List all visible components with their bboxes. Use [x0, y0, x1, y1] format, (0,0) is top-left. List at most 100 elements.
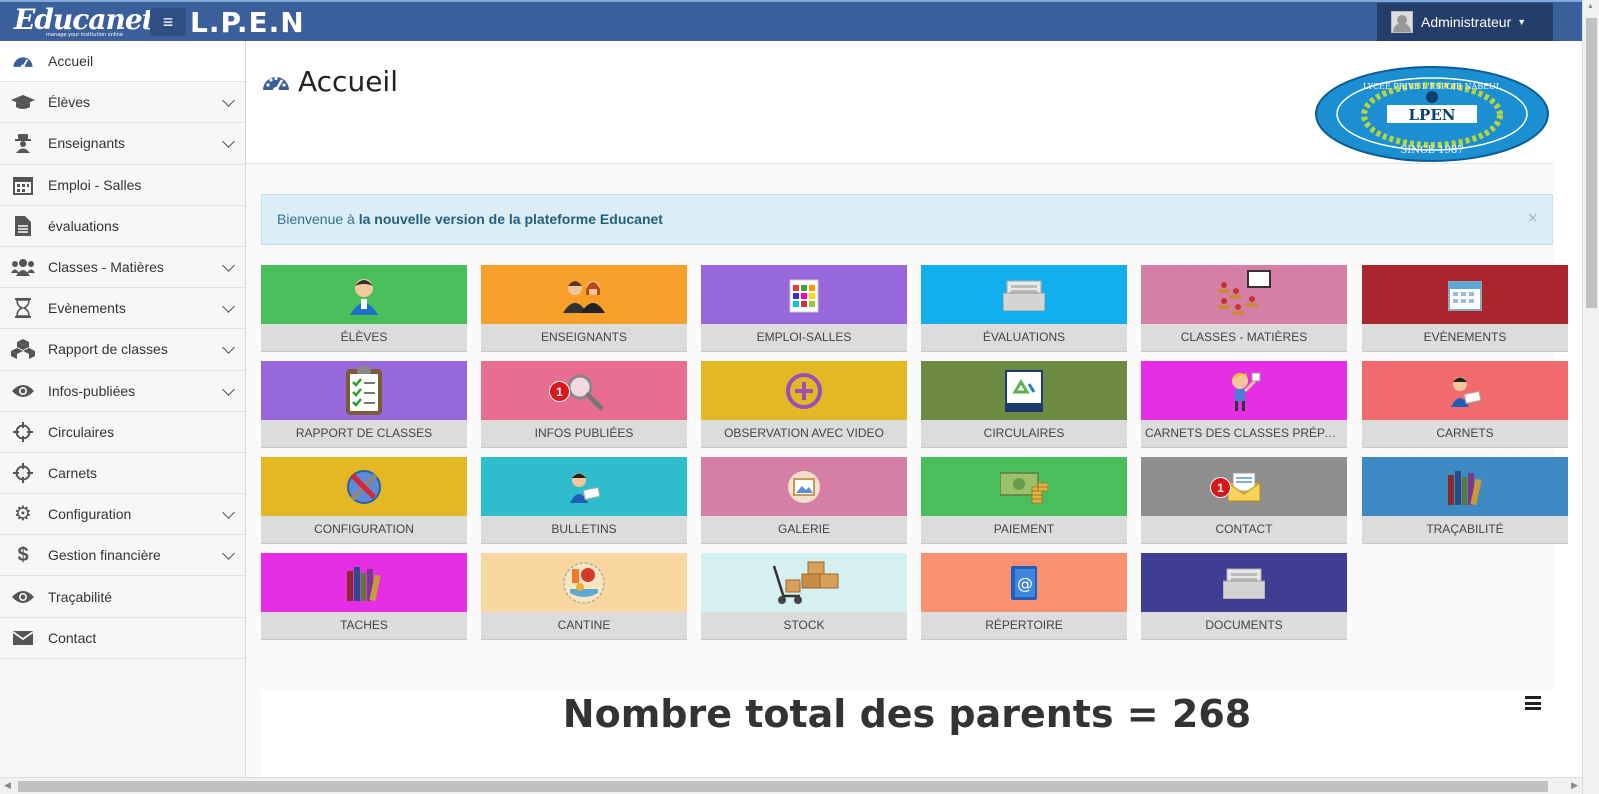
tile-icon-area[interactable]: 1: [481, 361, 687, 420]
chevron-down-icon[interactable]: [222, 547, 235, 561]
tile-label[interactable]: TACHES: [261, 612, 467, 640]
tile-carnets[interactable]: CARNETS: [1362, 361, 1568, 448]
chevron-down-icon[interactable]: [222, 259, 235, 272]
tile-evaluations[interactable]: ÉVALUATIONS: [921, 265, 1127, 352]
tile-icon-area[interactable]: [261, 553, 467, 612]
tile-label[interactable]: OBSERVATION AVEC VIDEO: [701, 420, 907, 448]
sidebar-item-rapport-de-classes[interactable]: Rapport de classes: [0, 329, 245, 371]
tile-documents[interactable]: DOCUMENTS: [1141, 553, 1347, 640]
tile-contact[interactable]: 1 CONTACT: [1141, 457, 1347, 544]
tile-icon-area[interactable]: [701, 361, 907, 420]
scrollbar-thumb[interactable]: [1586, 18, 1597, 308]
hamburger-icon[interactable]: [1525, 696, 1541, 710]
tile-icon-area[interactable]: @: [921, 553, 1127, 612]
tile-label[interactable]: ÉLÈVES: [261, 324, 467, 352]
tile-eleves[interactable]: ÉLÈVES: [261, 265, 467, 352]
vertical-scrollbar[interactable]: ▲: [1582, 0, 1599, 794]
tile-icon-area[interactable]: [481, 265, 687, 324]
tile-icon-area[interactable]: [921, 457, 1127, 516]
tile-repertoire[interactable]: @ RÉPERTOIRE: [921, 553, 1127, 640]
tile-label[interactable]: EVÈNEMENTS: [1362, 324, 1568, 352]
tile-cantine[interactable]: CANTINE: [481, 553, 687, 640]
tile-icon-area[interactable]: [701, 265, 907, 324]
sidebar-item-gestion-financiere[interactable]: $ Gestion financière: [0, 535, 245, 577]
tile-taches[interactable]: TACHES: [261, 553, 467, 640]
sidebar-item-eleves[interactable]: Élèves: [0, 82, 245, 124]
tile-emploi-salles[interactable]: EMPLOI-SALLES: [701, 265, 907, 352]
sidebar-item-emploi-salles[interactable]: Emploi - Salles: [0, 164, 245, 206]
sidebar-item-carnets[interactable]: Carnets: [0, 452, 245, 495]
tile-rapport-de-classes[interactable]: RAPPORT DE CLASSES: [261, 361, 467, 448]
tile-label[interactable]: INFOS PUBLIÉES: [481, 420, 687, 448]
tile-icon-area[interactable]: [261, 361, 467, 420]
sidebar-item-evaluations[interactable]: évaluations: [0, 205, 245, 247]
tile-label[interactable]: CONFIGURATION: [261, 516, 467, 544]
tile-icon-area[interactable]: [261, 265, 467, 324]
tile-label[interactable]: STOCK: [701, 612, 907, 640]
tile-icon-area[interactable]: [1141, 361, 1347, 420]
sidebar-item-enseignants[interactable]: Enseignants: [0, 123, 245, 165]
tile-label[interactable]: TRAÇABILITÉ: [1362, 516, 1568, 544]
tile-icon-area[interactable]: [701, 457, 907, 516]
tile-icon-area[interactable]: [1141, 553, 1347, 612]
tile-label[interactable]: CLASSES - MATIÈRES: [1141, 324, 1347, 352]
sidebar-item-infos-publiees[interactable]: Infos-publiées: [0, 370, 245, 412]
tile-icon-area[interactable]: [921, 265, 1127, 324]
tile-label[interactable]: CONTACT: [1141, 516, 1347, 544]
tile-icon-area[interactable]: [1362, 265, 1568, 324]
scroll-left-icon[interactable]: ◀: [4, 780, 11, 791]
user-menu-button[interactable]: Administrateur ▼: [1377, 3, 1553, 41]
sidebar-item-tracabilite[interactable]: Traçabilité: [0, 576, 245, 618]
tile-carnets-des-classes-preparatoires[interactable]: CARNETS DES CLASSES PRÉPARATOIRES: [1141, 361, 1347, 448]
tile-configuration[interactable]: CONFIGURATION: [261, 457, 467, 544]
chevron-down-icon[interactable]: [222, 300, 235, 313]
tile-label[interactable]: RAPPORT DE CLASSES: [261, 420, 467, 448]
tile-observation-avec-video[interactable]: OBSERVATION AVEC VIDEO: [701, 361, 907, 448]
tile-evenements[interactable]: EVÈNEMENTS: [1362, 265, 1568, 352]
tile-label[interactable]: EMPLOI-SALLES: [701, 324, 907, 352]
tile-label[interactable]: RÉPERTOIRE: [921, 612, 1127, 640]
horizontal-scrollbar[interactable]: ◀ ▶: [0, 777, 1582, 794]
chevron-down-icon[interactable]: [222, 341, 235, 355]
tile-enseignants[interactable]: ENSEIGNANTS: [481, 265, 687, 352]
sidebar-item-contact[interactable]: Contact: [0, 617, 245, 659]
scrollbar-thumb[interactable]: [18, 781, 1548, 792]
app-title[interactable]: L.P.E.N: [190, 6, 305, 39]
sidebar-item-classes-matieres[interactable]: Classes - Matières: [0, 246, 245, 289]
tile-label[interactable]: DOCUMENTS: [1141, 612, 1347, 640]
tile-icon-area[interactable]: [1362, 457, 1568, 516]
tile-classes-matieres[interactable]: CLASSES - MATIÈRES: [1141, 265, 1347, 352]
chevron-down-icon[interactable]: [222, 382, 235, 396]
sidebar-item-evenements[interactable]: Evènements: [0, 288, 245, 330]
tile-icon-area[interactable]: [481, 553, 687, 612]
tile-icon-area[interactable]: 1: [1141, 457, 1347, 516]
sidebar-item-circulaires[interactable]: Circulaires: [0, 411, 245, 453]
tile-label[interactable]: BULLETINS: [481, 516, 687, 544]
tile-icon-area[interactable]: [921, 361, 1127, 420]
tile-label[interactable]: GALERIE: [701, 516, 907, 544]
tile-bulletins[interactable]: BULLETINS: [481, 457, 687, 544]
scroll-right-icon[interactable]: ▶: [1571, 780, 1578, 791]
tile-label[interactable]: PAIEMENT: [921, 516, 1127, 544]
chevron-down-icon[interactable]: [222, 135, 235, 149]
tile-label[interactable]: ENSEIGNANTS: [481, 324, 687, 352]
close-icon[interactable]: ×: [1527, 208, 1538, 229]
tile-label[interactable]: CANTINE: [481, 612, 687, 640]
tile-infos-publiees[interactable]: 1 INFOS PUBLIÉES: [481, 361, 687, 448]
sidebar-item-configuration[interactable]: ⚙ Configuration: [0, 494, 245, 536]
educanet-logo[interactable]: Educanet manage your institution online: [14, 3, 155, 41]
tile-paiement[interactable]: PAIEMENT: [921, 457, 1127, 544]
tile-icon-area[interactable]: [1141, 265, 1347, 324]
tile-icon-area[interactable]: [701, 553, 907, 612]
tile-label[interactable]: CARNETS DES CLASSES PRÉPARATOIRES: [1141, 420, 1347, 448]
tile-stock[interactable]: STOCK: [701, 553, 907, 640]
tile-icon-area[interactable]: [1362, 361, 1568, 420]
tile-galerie[interactable]: GALERIE: [701, 457, 907, 544]
tile-tracabilite[interactable]: TRAÇABILITÉ: [1362, 457, 1568, 544]
tile-label[interactable]: CIRCULAIRES: [921, 420, 1127, 448]
tile-icon-area[interactable]: [261, 457, 467, 516]
tile-circulaires[interactable]: CIRCULAIRES: [921, 361, 1127, 448]
chevron-down-icon[interactable]: [222, 506, 235, 519]
tile-label[interactable]: CARNETS: [1362, 420, 1568, 448]
tile-icon-area[interactable]: [481, 457, 687, 516]
